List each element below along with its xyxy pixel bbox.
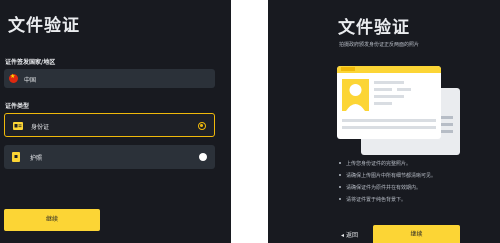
- page-title: 文件验证: [338, 18, 410, 38]
- china-flag-icon: [9, 73, 18, 83]
- document-selection-panel: 文件验证 证件签发国家/地区 中国 证件类型 身份证 护照 继续: [0, 0, 231, 243]
- back-label: 返回: [345, 232, 358, 239]
- id-card-front-illustration: [337, 66, 441, 139]
- country-value: 中国: [24, 77, 37, 84]
- continue-button[interactable]: 继续: [373, 225, 460, 243]
- radio-selected[interactable]: [198, 122, 206, 130]
- document-type-label: 证件类型: [5, 103, 30, 110]
- chevron-left-icon: ◂: [341, 232, 345, 239]
- option-passport[interactable]: 护照: [4, 145, 215, 169]
- tip-item: 请将证件置于纯色背景下。: [337, 196, 436, 208]
- option-id-card-label: 身份证: [31, 124, 50, 131]
- country-select[interactable]: 中国: [4, 69, 215, 88]
- tips-list: 上传您身份证件的完整照片。 请确保上传图片中所有细节都清晰可见。 请确保证件为原…: [337, 160, 436, 208]
- page-title: 文件验证: [8, 16, 80, 36]
- tip-item: 上传您身份证件的完整照片。: [337, 160, 436, 172]
- page-subtitle: 拍摄政府颁发身份证正反两面的照片: [339, 42, 420, 48]
- country-label: 证件签发国家/地区: [5, 59, 56, 66]
- passport-icon: [12, 152, 20, 162]
- radio-unselected[interactable]: [199, 153, 207, 161]
- back-button[interactable]: ◂ 返回: [341, 230, 358, 239]
- tip-item: 请确保证件为原件并在有效期内。: [337, 184, 436, 196]
- id-card-icon: [13, 122, 23, 130]
- option-passport-label: 护照: [30, 155, 43, 162]
- screen-comparison: 文件验证 证件签发国家/地区 中国 证件类型 身份证 护照 继续: [0, 0, 500, 243]
- continue-button[interactable]: 继续: [4, 209, 100, 231]
- tip-item: 请确保上传图片中所有细节都清晰可见。: [337, 172, 436, 184]
- option-id-card[interactable]: 身份证: [4, 113, 215, 137]
